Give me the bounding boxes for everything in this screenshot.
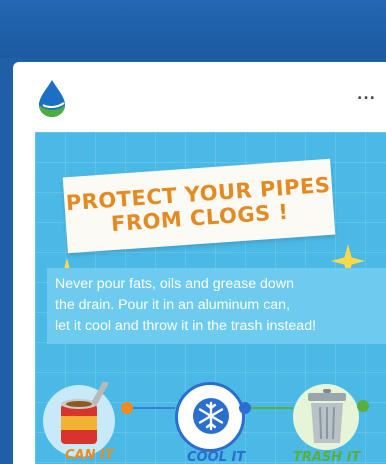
snowflake-icon bbox=[193, 398, 229, 434]
cool-it-dot bbox=[239, 402, 251, 414]
top-bar bbox=[0, 0, 386, 58]
message-line-2: the drain. Pour it in an aluminum can, bbox=[55, 297, 291, 313]
can-icon bbox=[61, 382, 108, 444]
post-image-poster[interactable]: PROTECT YOUR PIPES FROM CLOGS ! Never po… bbox=[35, 132, 386, 464]
post-card: ... PROTECT YOUR PIPES FROM CLOGS ! Neve… bbox=[13, 62, 386, 464]
message-text: Never pour fats, oils and grease down th… bbox=[55, 274, 385, 337]
connector-2 bbox=[251, 407, 293, 409]
message-line-3: let it cool and throw it in the trash in… bbox=[55, 318, 317, 334]
water-drop-logo-icon bbox=[39, 80, 65, 117]
can-it-dot bbox=[121, 402, 133, 414]
message-line-1: Never pour fats, oils and grease down bbox=[55, 276, 294, 292]
more-options-button[interactable]: ... bbox=[357, 88, 376, 102]
trash-it-label: TRASH IT bbox=[293, 450, 361, 464]
trash-can-icon bbox=[308, 389, 346, 443]
cool-it-label: COOL IT bbox=[187, 450, 246, 464]
can-it-label: CAN IT bbox=[65, 448, 114, 463]
trash-it-dot bbox=[357, 400, 369, 412]
connector-1 bbox=[133, 407, 175, 409]
